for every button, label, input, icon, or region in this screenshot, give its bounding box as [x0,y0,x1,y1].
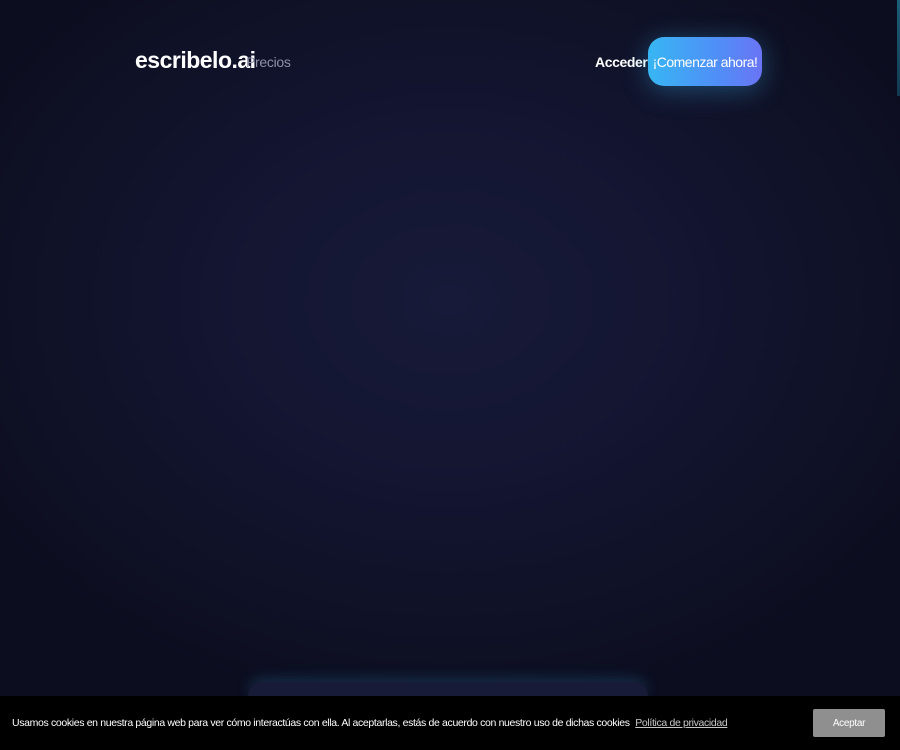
cookie-banner-text: Usamos cookies en nuestra página web par… [12,716,728,730]
top-navbar: escribelo.ai Precios Acceder ¡Comenzar a… [0,37,900,86]
hero-card-top-edge [248,682,648,696]
start-now-button[interactable]: ¡Comenzar ahora! [648,37,762,86]
nav-link-precios[interactable]: Precios [246,53,291,71]
cookie-banner: Usamos cookies en nuestra página web par… [0,696,900,750]
privacy-policy-link[interactable]: Política de privacidad [635,717,727,729]
accept-cookies-button[interactable]: Aceptar [813,709,885,737]
login-link[interactable]: Acceder [595,53,648,71]
cookie-message: Usamos cookies en nuestra página web par… [12,717,630,729]
site-logo[interactable]: escribelo.ai [135,46,256,74]
